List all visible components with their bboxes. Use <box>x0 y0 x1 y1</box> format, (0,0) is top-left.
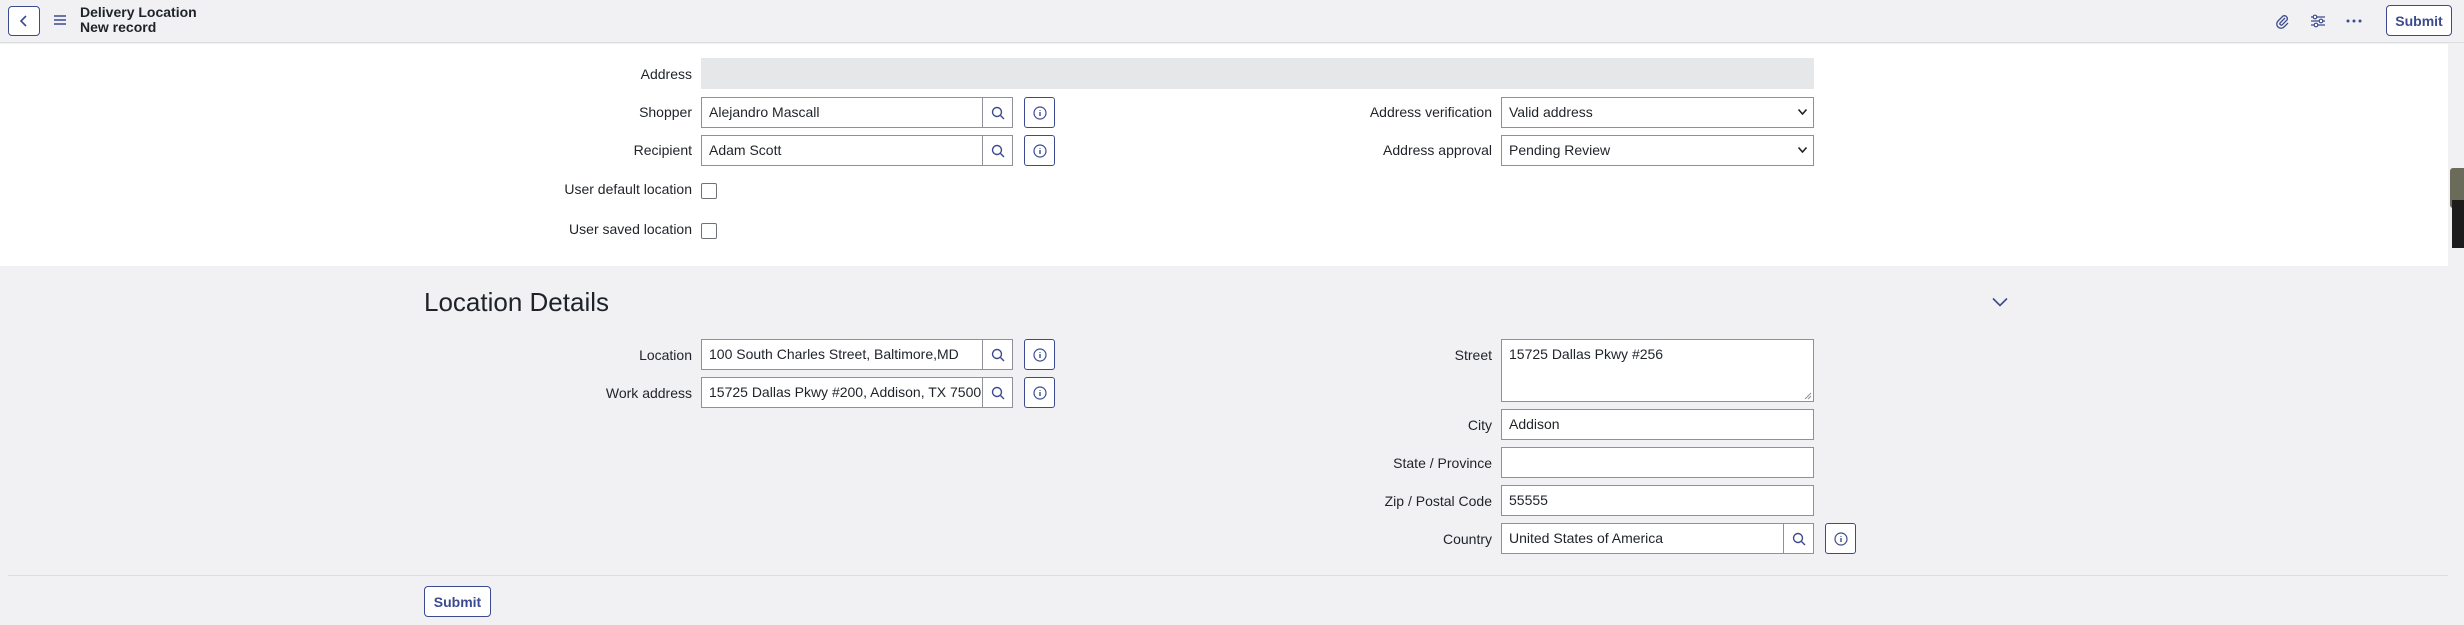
user-saved-location-label: User saved location <box>569 221 692 237</box>
address-field <box>701 58 1814 89</box>
zip-code-input[interactable]: 55555 <box>1501 485 1814 516</box>
address-label: Address <box>640 66 692 82</box>
more-options-icon[interactable] <box>2344 11 2364 31</box>
user-default-location-label: User default location <box>564 181 692 197</box>
resize-handle-icon[interactable] <box>1804 392 1812 400</box>
address-approval-label: Address approval <box>1383 142 1492 158</box>
address-verification-label: Address verification <box>1369 104 1492 120</box>
state-province-input[interactable] <box>1501 447 1814 478</box>
form-header: Delivery Location New record Submit <box>0 0 2464 43</box>
info-icon <box>1032 385 1047 400</box>
back-button[interactable] <box>8 6 40 36</box>
location-lookup-button[interactable] <box>982 339 1013 370</box>
address-approval-value: Pending Review <box>1509 142 1611 158</box>
record-type-title: Delivery Location <box>80 4 197 20</box>
search-icon <box>1792 532 1805 545</box>
chevron-left-icon <box>19 15 27 27</box>
shopper-label: Shopper <box>639 104 692 120</box>
street-textarea[interactable]: 15725 Dallas Pkwy #256 <box>1501 339 1814 402</box>
work-address-lookup-button[interactable] <box>982 377 1013 408</box>
hamburger-menu-icon[interactable] <box>52 12 68 28</box>
work-address-input[interactable]: 15725 Dallas Pkwy #200, Addison, TX 7500 <box>701 377 983 408</box>
address-verification-value: Valid address <box>1509 104 1593 120</box>
submit-button-header[interactable]: Submit <box>2386 5 2452 36</box>
location-label: Location <box>639 347 692 363</box>
chevron-down-icon <box>1797 136 1808 165</box>
info-icon <box>1833 531 1848 546</box>
window-edge-decoration <box>2452 200 2464 248</box>
paperclip-icon[interactable] <box>2272 11 2292 31</box>
recipient-lookup-button[interactable] <box>982 135 1013 166</box>
recipient-label: Recipient <box>633 142 692 158</box>
info-icon <box>1032 143 1047 158</box>
shopper-lookup-button[interactable] <box>982 97 1013 128</box>
info-icon <box>1032 105 1047 120</box>
shopper-info-button[interactable] <box>1024 97 1055 128</box>
city-input[interactable]: Addison <box>1501 409 1814 440</box>
country-input[interactable]: United States of America <box>1501 523 1784 554</box>
chevron-down-icon <box>1797 98 1808 127</box>
country-info-button[interactable] <box>1825 523 1856 554</box>
search-icon <box>991 348 1004 361</box>
form-main-section: Address Shopper Alejandro Mascall Recipi… <box>0 44 2448 266</box>
settings-sliders-icon[interactable] <box>2308 11 2328 31</box>
country-label: Country <box>1442 531 1492 547</box>
record-subtitle: New record <box>80 19 157 35</box>
user-saved-location-checkbox[interactable] <box>701 223 717 239</box>
footer-divider <box>8 575 2448 576</box>
street-value: 15725 Dallas Pkwy #256 <box>1509 346 1664 362</box>
zip-code-label: Zip / Postal Code <box>1384 493 1492 509</box>
info-icon <box>1032 347 1047 362</box>
address-approval-select[interactable]: Pending Review <box>1501 135 1814 166</box>
city-label: City <box>1467 417 1492 433</box>
page-title: Delivery Location New record <box>80 5 197 35</box>
street-label: Street <box>1454 347 1492 363</box>
location-details-title: Location Details <box>424 287 609 317</box>
state-province-label: State / Province <box>1393 455 1492 471</box>
country-lookup-button[interactable] <box>1783 523 1814 554</box>
collapse-section-icon[interactable] <box>1990 292 2010 312</box>
recipient-input[interactable]: Adam Scott <box>701 135 983 166</box>
search-icon <box>991 106 1004 119</box>
work-address-label: Work address <box>605 385 692 401</box>
location-info-button[interactable] <box>1024 339 1055 370</box>
search-icon <box>991 386 1004 399</box>
shopper-input[interactable]: Alejandro Mascall <box>701 97 983 128</box>
recipient-info-button[interactable] <box>1024 135 1055 166</box>
search-icon <box>991 144 1004 157</box>
location-details-section <box>0 266 2448 576</box>
user-default-location-checkbox[interactable] <box>701 183 717 199</box>
location-input[interactable]: 100 South Charles Street, Baltimore,MD <box>701 339 983 370</box>
submit-button-footer[interactable]: Submit <box>424 586 491 617</box>
address-verification-select[interactable]: Valid address <box>1501 97 1814 128</box>
work-address-info-button[interactable] <box>1024 377 1055 408</box>
